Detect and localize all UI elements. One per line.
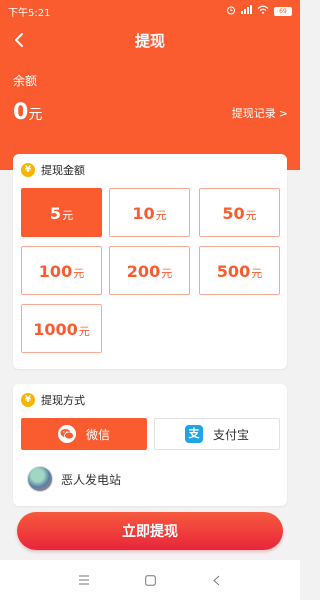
amount-unit: 元 <box>78 325 90 338</box>
nav-bar: 提现 <box>0 24 300 56</box>
amount-value: 1000 <box>33 320 78 339</box>
amount-option-1000[interactable]: 1000 元 <box>21 304 102 353</box>
amount-option-100[interactable]: 100 元 <box>21 246 102 295</box>
back-arrow-icon <box>15 33 23 47</box>
avatar <box>27 466 53 492</box>
page-title: 提现 <box>134 31 165 50</box>
alipay-label: 支付宝 <box>212 427 249 442</box>
amount-value: 5 <box>49 204 62 223</box>
amount-unit: 元 <box>73 267 85 280</box>
amount-section-header: ¥ 提现金额 <box>21 162 85 178</box>
amount-unit: 元 <box>251 267 263 280</box>
withdraw-record-link[interactable]: 提现记录 > <box>232 105 288 121</box>
status-time: 下午5:21 <box>8 7 51 19</box>
method-section-header: ¥ 提现方式 <box>21 392 85 408</box>
wechat-option[interactable]: 微信 <box>21 418 147 450</box>
amount-option-10[interactable]: 10 元 <box>109 188 190 237</box>
method-section-title: 提现方式 <box>41 394 85 407</box>
yen-icon: ¥ <box>21 163 35 177</box>
alarm-icon <box>226 5 236 18</box>
submit-withdraw-button[interactable]: 立即提现 <box>17 512 283 550</box>
back-button[interactable] <box>6 26 32 54</box>
status-icons: 69 <box>226 5 292 18</box>
system-nav-bar <box>0 560 300 600</box>
status-bar: 下午5:21 69 <box>0 0 300 22</box>
amount-section-title: 提现金额 <box>41 164 85 177</box>
alipay-option[interactable]: 支 支付宝 <box>154 418 280 450</box>
amount-unit: 元 <box>155 209 167 222</box>
amount-value: 50 <box>222 204 245 223</box>
home-icon[interactable] <box>142 572 158 588</box>
balance-label: 余额 <box>13 74 38 88</box>
amount-value: 500 <box>216 262 251 281</box>
battery-icon: 69 <box>274 6 292 16</box>
chevron-right-icon: > <box>278 106 288 120</box>
signal-icon <box>241 5 252 17</box>
wechat-icon <box>57 425 76 443</box>
amount-value: 200 <box>126 262 161 281</box>
account-row: 恶人发电站 <box>27 466 121 492</box>
wifi-icon <box>257 5 269 17</box>
amount-value: 10 <box>132 204 155 223</box>
amount-card: ¥ 提现金额 5 元 10 元 50 元 100 元 200 元 500 元 1000 元 <box>13 154 287 369</box>
amount-option-5[interactable]: 5元 <box>21 188 102 237</box>
amount-option-50[interactable]: 50 元 <box>199 188 280 237</box>
amount-option-200[interactable]: 200 元 <box>109 246 190 295</box>
back-nav-icon[interactable] <box>208 572 224 588</box>
wechat-label: 微信 <box>85 427 110 442</box>
balance-unit: 元 <box>28 107 43 123</box>
amount-value: 100 <box>38 262 73 281</box>
amount-unit: 元 <box>62 209 74 222</box>
header: 下午5:21 69 提现 余额 0元 提现记录 > <box>0 0 300 170</box>
method-card: ¥ 提现方式 微信 支 支付宝 恶人发电站 <box>13 384 287 506</box>
amount-unit: 元 <box>161 267 173 280</box>
alipay-icon: 支 <box>184 425 203 443</box>
amount-unit: 元 <box>245 209 257 222</box>
balance-value: 0元 <box>13 100 42 125</box>
account-name: 恶人发电站 <box>61 472 122 487</box>
balance-amount: 0 <box>13 100 29 125</box>
menu-icon[interactable] <box>76 572 92 588</box>
yen-icon: ¥ <box>21 393 35 407</box>
withdraw-record-label: 提现记录 <box>231 107 276 120</box>
amount-option-500[interactable]: 500 元 <box>199 246 280 295</box>
